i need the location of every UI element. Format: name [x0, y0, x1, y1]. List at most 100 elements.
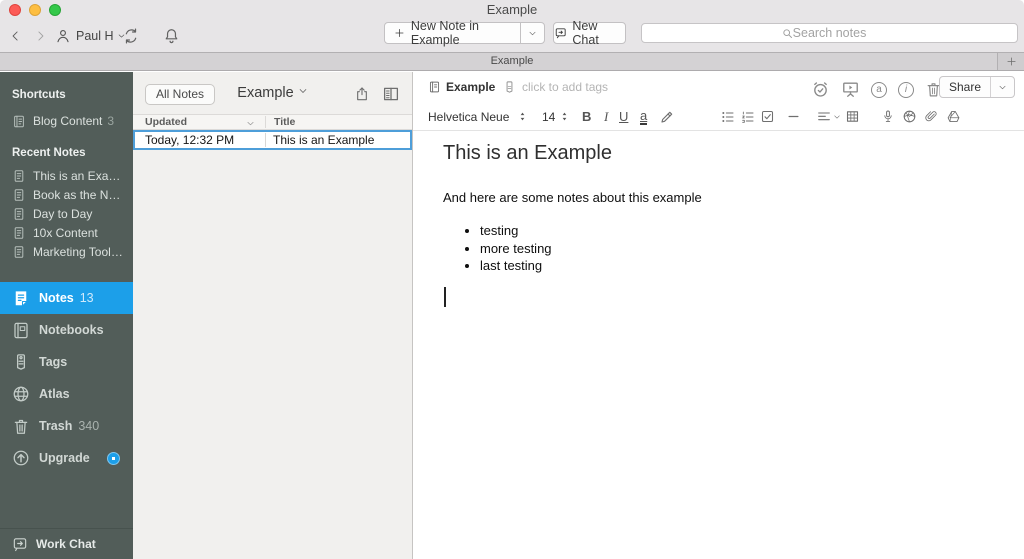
reminder-alarm-icon[interactable] — [811, 80, 830, 99]
audio-record-mic-icon[interactable] — [881, 108, 895, 125]
bold-button[interactable]: B — [582, 109, 591, 124]
notebook-icon — [14, 322, 28, 338]
trash-icon — [14, 419, 28, 434]
bullet-item[interactable]: testing — [480, 222, 1004, 240]
back-button[interactable] — [9, 25, 22, 47]
cell-updated: Today, 12:32 PM — [145, 133, 235, 147]
align-icon[interactable] — [816, 109, 832, 125]
font-size-stepper[interactable] — [559, 109, 570, 124]
notifications-bell-icon[interactable] — [163, 26, 180, 46]
info-icon[interactable]: i — [898, 81, 914, 98]
bullet-item[interactable]: more testing — [480, 240, 1004, 258]
note-list-context-menu[interactable]: Example — [133, 85, 412, 101]
sidebar-item-upgrade[interactable]: Upgrade — [0, 442, 133, 474]
new-note-button[interactable]: New Note in Example — [384, 19, 521, 47]
upgrade-arrow-icon — [13, 450, 29, 466]
recent-note-label: Marketing Tool… — [33, 244, 123, 259]
highlighter-icon[interactable] — [659, 109, 675, 125]
font-color-button[interactable]: a — [640, 109, 648, 125]
tag-icon — [506, 81, 513, 93]
numbered-list-icon[interactable] — [740, 109, 756, 125]
titlebar: Example — [0, 0, 1024, 20]
new-tab-button[interactable] — [997, 53, 1024, 70]
zoom-window-button[interactable] — [49, 4, 61, 16]
table-icon[interactable] — [845, 109, 860, 124]
globe-icon — [13, 386, 29, 402]
notebook-selector[interactable]: Example — [428, 80, 495, 94]
sidebar-item-blog-content[interactable]: Blog Content 3 — [0, 112, 133, 130]
chevron-down-icon — [529, 31, 536, 35]
nav-label: Notebooks — [39, 323, 104, 337]
align-chevron-icon[interactable] — [833, 113, 841, 121]
recent-note-item[interactable]: Book as the N… — [0, 185, 133, 204]
text-cursor — [444, 286, 446, 307]
forward-button[interactable] — [34, 25, 47, 47]
sync-icon[interactable] — [122, 27, 140, 45]
column-title[interactable]: Title — [265, 116, 412, 128]
recent-note-item[interactable]: Marketing Tool… — [0, 242, 133, 261]
bullet-item[interactable]: last testing — [480, 257, 1004, 275]
camera-shutter-icon[interactable] — [902, 109, 917, 124]
new-note-dropdown-button[interactable] — [520, 22, 545, 44]
journal-icon — [14, 115, 24, 127]
chevron-down-icon — [999, 85, 1006, 89]
recent-note-item[interactable]: 10x Content — [0, 223, 133, 242]
account-menu[interactable]: Paul H — [55, 24, 126, 48]
bullet-list-icon[interactable] — [720, 109, 736, 125]
nav-count: 13 — [79, 291, 94, 305]
tags-placeholder: click to add tags — [522, 80, 609, 94]
recent-note-item[interactable]: This is an Exa… — [0, 166, 133, 185]
font-size-select[interactable]: 14 — [542, 110, 555, 124]
notebook-icon — [429, 81, 440, 93]
note-paragraph[interactable]: And here are some notes about this examp… — [443, 190, 1004, 205]
underline-button[interactable]: U — [619, 109, 628, 124]
note-icon — [14, 169, 24, 182]
sidebar-item-notebooks[interactable]: Notebooks — [0, 314, 133, 346]
chevron-down-icon — [299, 89, 306, 93]
note-list-row-selected[interactable]: Today, 12:32 PM This is an Example — [133, 130, 412, 150]
search-input[interactable] — [642, 24, 1017, 42]
font-family-stepper[interactable] — [517, 109, 528, 124]
sidebar-item-label: Blog Content — [33, 114, 103, 128]
note-title[interactable]: This is an Example — [443, 142, 1004, 165]
sidebar-item-tags[interactable]: Tags — [0, 346, 133, 378]
app-window: Example Paul H New Note in Example New C… — [0, 0, 1024, 559]
search-field[interactable] — [641, 23, 1018, 43]
google-drive-icon[interactable] — [946, 109, 961, 124]
new-chat-button[interactable]: New Chat — [553, 19, 626, 47]
note-bullet-list[interactable]: testing more testing last testing — [443, 222, 1004, 275]
column-updated[interactable]: Updated — [133, 116, 265, 128]
recent-note-item[interactable]: Day to Day — [0, 204, 133, 223]
checkbox-icon[interactable] — [760, 109, 775, 124]
present-icon[interactable] — [841, 80, 860, 99]
note-list-panel: All Notes Example Updated Title Today, 1… — [133, 72, 413, 559]
annotate-icon[interactable]: a — [871, 81, 887, 98]
plus-icon — [395, 28, 404, 38]
note-body[interactable]: This is an Example And here are some not… — [413, 131, 1024, 559]
tab-bar: Example — [0, 53, 1024, 71]
note-actions: a i — [811, 80, 942, 99]
note-icon — [14, 245, 24, 258]
add-tags-field[interactable]: click to add tags — [503, 80, 608, 94]
sidebar-item-work-chat[interactable]: Work Chat — [0, 528, 133, 559]
nav-count: 340 — [78, 419, 100, 433]
font-family-select[interactable]: Helvetica Neue — [428, 110, 509, 124]
share-button[interactable]: Share — [938, 76, 1015, 98]
sort-chevron-icon — [247, 122, 254, 126]
sidebar-item-atlas[interactable]: Atlas — [0, 378, 133, 410]
sidebar-item-trash[interactable]: Trash 340 — [0, 410, 133, 442]
italic-button[interactable]: I — [604, 109, 608, 125]
share-note-icon[interactable] — [354, 85, 370, 103]
horizontal-rule-icon[interactable] — [786, 109, 801, 124]
plus-icon — [1006, 57, 1016, 66]
tab-example[interactable]: Example — [0, 53, 1024, 70]
context-title: Example — [237, 85, 294, 101]
minimize-window-button[interactable] — [29, 4, 41, 16]
close-window-button[interactable] — [9, 4, 21, 16]
main-toolbar: Paul H New Note in Example New Chat Sear… — [0, 19, 1024, 53]
new-note-label: New Note in Example — [410, 19, 479, 47]
sidebar-item-notes[interactable]: Notes 13 — [0, 282, 133, 314]
account-name: Paul H — [76, 29, 114, 43]
attachment-paperclip-icon[interactable] — [924, 109, 939, 124]
list-view-toggle-icon[interactable] — [382, 85, 400, 103]
